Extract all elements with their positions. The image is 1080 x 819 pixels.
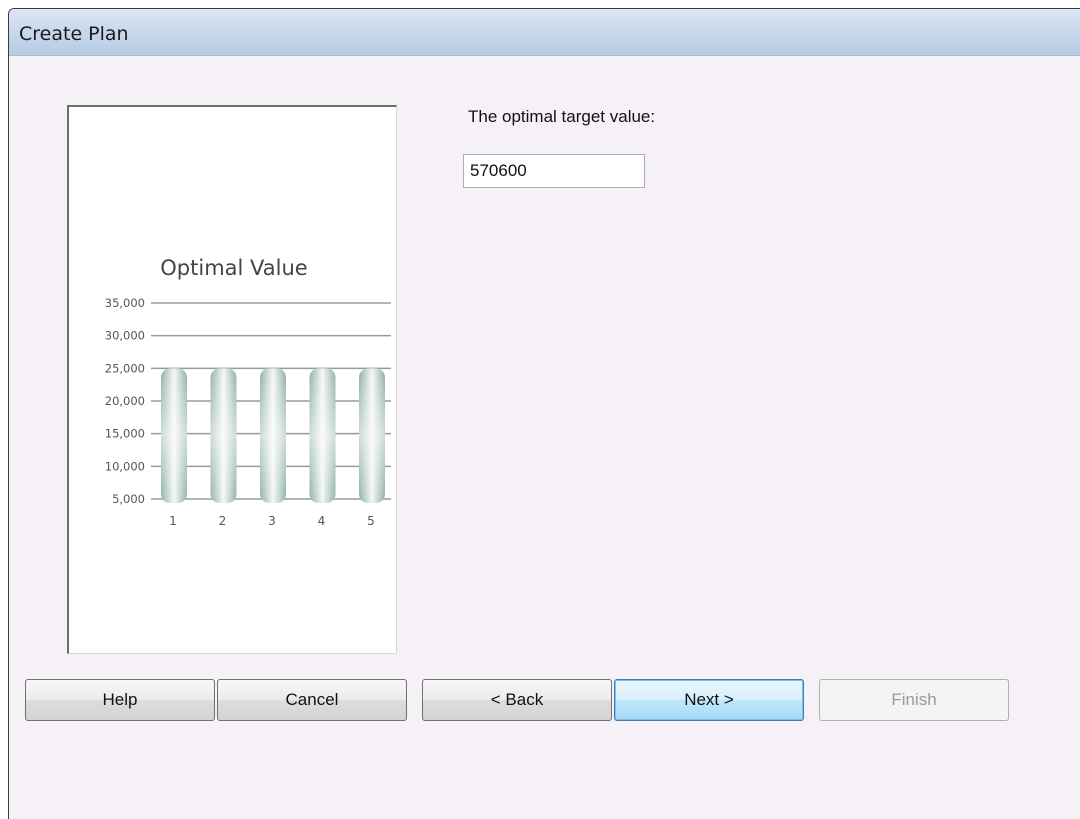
- chart-bar-highlight: [210, 368, 237, 503]
- chart-x-tick-label: 1: [169, 514, 177, 528]
- chart-x-tick-label: 2: [219, 514, 227, 528]
- chart-x-tick-label: 4: [318, 514, 326, 528]
- chart-bar-highlight: [260, 368, 286, 503]
- chart-y-tick-label: 20,000: [105, 394, 145, 408]
- chart-bar-highlight: [161, 368, 187, 503]
- chart-title: Optimal Value: [160, 256, 307, 280]
- chart-y-axis: 35,000 30,000 25,000 20,000 15,000 10,000 5,00…: [105, 296, 145, 506]
- next-button[interactable]: Next >: [614, 679, 804, 721]
- target-value-label: The optimal target value:: [468, 107, 656, 126]
- help-button[interactable]: Help: [25, 679, 215, 721]
- target-value-input[interactable]: [463, 154, 645, 188]
- chart-y-tick-label: 35,000: [105, 296, 145, 310]
- chart-y-tick-label: 30,000: [105, 329, 145, 343]
- chart-x-tick-label: 5: [367, 514, 375, 528]
- chart-x-tick-label: 3: [268, 514, 276, 528]
- chart-y-tick-label: 5,000: [112, 492, 145, 506]
- chart-y-tick-label: 15,000: [105, 427, 145, 441]
- finish-button: Finish: [819, 679, 1009, 721]
- optimal-value-chart: Optimal Value 35,00030,00025,00020,00015…: [105, 256, 391, 528]
- chart-y-tick-label: 10,000: [105, 459, 145, 473]
- chart-bar-highlight: [359, 368, 385, 503]
- title-bar[interactable]: Create Plan: [9, 9, 1080, 56]
- chart-y-tick-label: 25,000: [105, 361, 145, 375]
- create-plan-dialog: Create Plan Optimal Value 35,000 30,000 25…: [8, 8, 1080, 819]
- cancel-button[interactable]: Cancel: [217, 679, 407, 721]
- chart-bars: [161, 368, 385, 503]
- chart-x-axis: 1 2 3 4 5: [169, 514, 375, 528]
- window-title: Create Plan: [19, 23, 129, 45]
- chart-preview-panel: Optimal Value 35,000 30,000 25,000 20,000 15…: [67, 105, 397, 654]
- chart-bar-highlight: [309, 368, 336, 503]
- back-button[interactable]: < Back: [422, 679, 612, 721]
